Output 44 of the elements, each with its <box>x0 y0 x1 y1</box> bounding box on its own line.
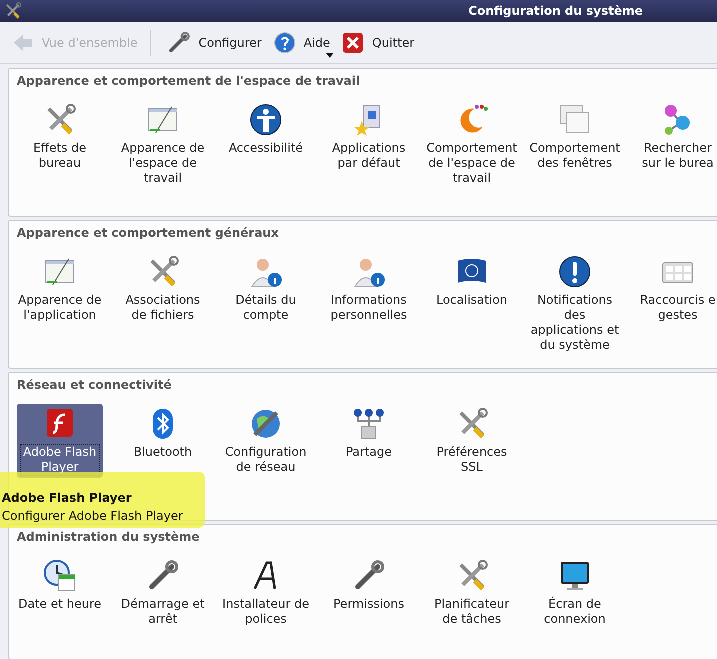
toolbar-button[interactable]: Configurer <box>162 26 266 58</box>
tooltip-title: Adobe Flash Player <box>2 490 133 507</box>
toolbar-button[interactable]: Quitter <box>338 28 419 58</box>
section-heading: Administration du système <box>17 529 201 545</box>
settings-item[interactable]: Permissions <box>326 556 412 630</box>
settings-item[interactable]: Date et heure <box>17 556 103 630</box>
section-heading: Apparence et comportement généraux <box>17 225 280 241</box>
app-tools-icon <box>4 2 22 20</box>
globe-wrench-icon <box>249 407 283 441</box>
settings-item[interactable]: Démarrage et arrêt <box>120 556 206 630</box>
toolbar-button[interactable]: Aide <box>270 28 334 58</box>
settings-item[interactable]: Comportement des fenêtres <box>532 100 618 189</box>
settings-item[interactable]: Localisation <box>429 252 515 356</box>
close-icon <box>342 32 364 54</box>
tooltip-text: Configurer Adobe Flash Player <box>2 508 184 525</box>
settings-item[interactable]: Informations personnelles <box>326 252 412 356</box>
settings-item[interactable]: Associations de fichiers <box>120 252 206 356</box>
window-title: Configuration du système <box>468 3 643 20</box>
settings-item[interactable]: Écran de connexion <box>532 556 618 630</box>
settings-item[interactable]: Configuration de réseau <box>223 404 309 478</box>
settings-item[interactable]: Rechercher sur le burea <box>635 100 717 189</box>
wrench-icon <box>166 30 191 54</box>
dropdown-arrow-icon <box>326 52 334 58</box>
exclamation-icon <box>558 255 592 289</box>
settings-item[interactable]: Apparence de l'application <box>17 252 103 356</box>
section-heading: Réseau et connectivité <box>17 377 173 393</box>
settings-item[interactable]: Planificateur de tâches <box>429 556 515 630</box>
settings-item[interactable]: Installateur de polices <box>223 556 309 630</box>
settings-item[interactable]: Partage <box>326 404 412 478</box>
settings-item[interactable]: Accessibilité <box>223 100 309 189</box>
settings-item[interactable]: Notifications des applications et du système <box>532 252 618 356</box>
monitor-icon <box>558 559 592 593</box>
clock-calendar-icon <box>43 559 77 593</box>
settings-item[interactable]: Applications par défaut <box>326 100 412 189</box>
settings-item[interactable]: Détails du compte <box>223 252 309 356</box>
section-heading: Apparence et comportement de l'espace de travail <box>17 73 362 89</box>
settings-item[interactable]: Raccourcis e gestes <box>635 252 717 356</box>
accessibility-icon <box>249 103 283 137</box>
settings-item[interactable]: Effets de bureau <box>17 100 103 189</box>
settings-item[interactable]: Comportement de l'espace de travail <box>429 100 515 189</box>
network-share-icon <box>352 407 386 441</box>
help-icon <box>274 32 296 54</box>
settings-item[interactable]: Apparence de l'espace de travail <box>120 100 206 189</box>
settings-item[interactable]: Préférences SSL <box>429 404 515 478</box>
